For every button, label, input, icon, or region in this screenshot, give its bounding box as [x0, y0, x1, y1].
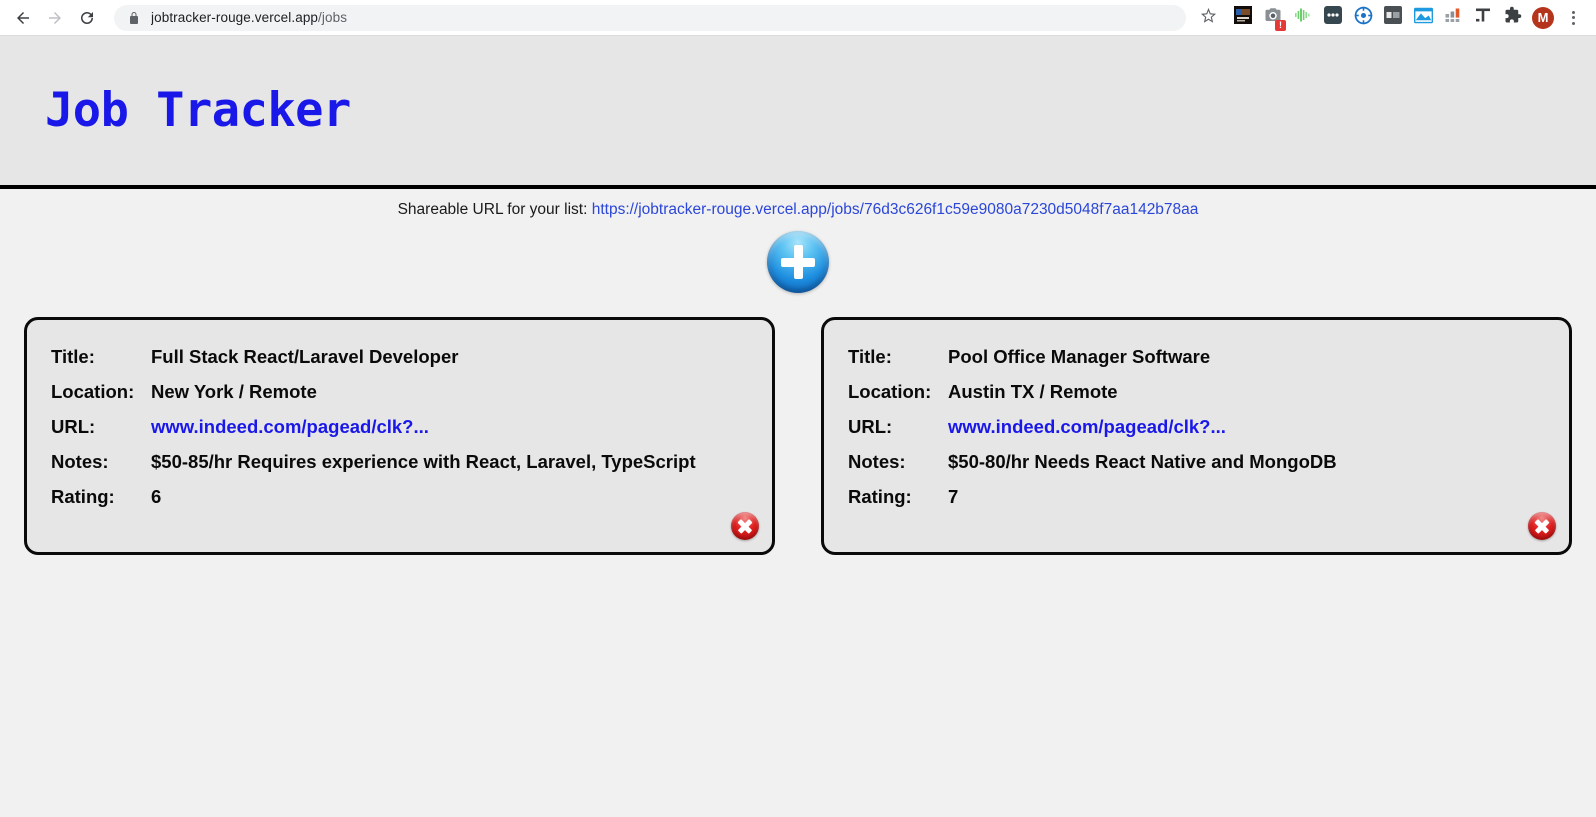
- job-notes-label: Notes:: [51, 451, 109, 472]
- page-title: Job Tracker: [45, 83, 351, 138]
- job-title-value: Pool Office Manager Software: [948, 346, 1211, 367]
- job-title-value: Full Stack React/Laravel Developer: [151, 346, 459, 367]
- url-host: jobtracker-rouge.vercel.app: [151, 10, 319, 25]
- browser-toolbar: jobtracker-rouge.vercel.app/jobs ! M: [0, 0, 1596, 36]
- job-location-value: New York / Remote: [151, 381, 317, 402]
- job-location-row: Location: Austin TX / Remote: [848, 381, 1545, 403]
- reload-icon: [78, 9, 96, 27]
- dark-thumbnail-extension-icon: [1234, 6, 1252, 29]
- job-notes-value: $50-80/hr Needs React Native and MongoDB: [948, 451, 1337, 472]
- delete-job-button[interactable]: [731, 512, 759, 540]
- forward-button[interactable]: [40, 3, 70, 33]
- extension-t-letter[interactable]: [1468, 3, 1498, 33]
- extension-grey-tag[interactable]: [1378, 3, 1408, 33]
- add-job-row: [0, 231, 1596, 293]
- job-url-link[interactable]: www.indeed.com/pagead/clk?...: [151, 416, 429, 438]
- kebab-menu-icon: [1571, 10, 1575, 25]
- job-card: Title: Full Stack React/Laravel Develope…: [24, 317, 775, 555]
- job-notes-row: Notes: $50-80/hr Needs React Native and …: [848, 451, 1545, 473]
- back-button[interactable]: [8, 3, 38, 33]
- job-title-row: Title: Full Stack React/Laravel Develope…: [51, 346, 748, 368]
- t-letter-extension-icon: [1474, 6, 1492, 29]
- delete-job-button[interactable]: [1528, 512, 1556, 540]
- extension-dots[interactable]: [1318, 3, 1348, 33]
- extension-camera[interactable]: !: [1258, 3, 1288, 33]
- chrome-menu-button[interactable]: [1558, 3, 1588, 33]
- profile-button[interactable]: M: [1528, 3, 1558, 33]
- reload-button[interactable]: [72, 3, 102, 33]
- job-location-row: Location: New York / Remote: [51, 381, 748, 403]
- bookmark-button[interactable]: [1194, 4, 1222, 32]
- extension-audio-waveform[interactable]: [1288, 3, 1318, 33]
- address-bar[interactable]: jobtracker-rouge.vercel.app/jobs: [114, 4, 1186, 31]
- job-location-value: Austin TX / Remote: [948, 381, 1118, 402]
- bar-chart-extension-icon: [1444, 6, 1462, 29]
- job-rating-value: 7: [948, 486, 959, 507]
- shareable-url-label: Shareable URL for your list:: [397, 201, 588, 218]
- job-title-row: Title: Pool Office Manager Software: [848, 346, 1545, 368]
- extension-dark-thumbnail[interactable]: [1228, 3, 1258, 33]
- job-rating-row: Rating: 7: [848, 486, 1545, 508]
- job-url-label: URL:: [51, 416, 96, 437]
- extensions-tray: ! M: [1228, 3, 1588, 33]
- shareable-url-link[interactable]: https://jobtracker-rouge.vercel.app/jobs…: [592, 201, 1199, 218]
- job-rating-label: Rating:: [51, 486, 115, 507]
- avatar: M: [1532, 6, 1554, 29]
- site-header: Job Tracker: [0, 36, 1596, 189]
- lock-icon: [128, 11, 140, 25]
- url-path: /jobs: [318, 10, 348, 25]
- grey-tag-extension-icon: [1384, 6, 1402, 29]
- job-location-label: Location:: [848, 381, 932, 402]
- back-arrow-icon: [14, 9, 32, 27]
- job-title-label: Title:: [51, 346, 95, 367]
- dots-extension-icon: [1324, 6, 1342, 29]
- extension-bar-chart[interactable]: [1438, 3, 1468, 33]
- job-location-label: Location:: [51, 381, 135, 402]
- job-title-label: Title:: [848, 346, 892, 367]
- audio-waveform-extension-icon: [1294, 6, 1312, 29]
- job-rating-value: 6: [151, 486, 162, 507]
- job-url-link[interactable]: www.indeed.com/pagead/clk?...: [948, 416, 1226, 438]
- extensions-puzzle-button[interactable]: [1498, 3, 1528, 33]
- page-body: Job Tracker Shareable URL for your list:…: [0, 36, 1596, 817]
- job-cards-container: Title: Full Stack React/Laravel Develope…: [0, 293, 1596, 555]
- extension-alert-badge: !: [1275, 19, 1286, 31]
- shareable-url-line: Shareable URL for your list: https://job…: [0, 189, 1596, 219]
- job-notes-row: Notes: $50-85/hr Requires experience wit…: [51, 451, 748, 473]
- job-notes-label: Notes:: [848, 451, 906, 472]
- extension-blue-window[interactable]: [1408, 3, 1438, 33]
- job-rating-row: Rating: 6: [51, 486, 748, 508]
- job-card: Title: Pool Office Manager Software Loca…: [821, 317, 1572, 555]
- job-url-row: URL: www.indeed.com/pagead/clk?...: [848, 416, 1545, 438]
- job-rating-label: Rating:: [848, 486, 912, 507]
- job-notes-value: $50-85/hr Requires experience with React…: [151, 451, 696, 472]
- blue-window-extension-icon: [1413, 7, 1433, 29]
- extension-blue-target[interactable]: [1348, 3, 1378, 33]
- job-url-row: URL: www.indeed.com/pagead/clk?...: [51, 416, 748, 438]
- puzzle-extensions-icon: [1504, 6, 1522, 29]
- forward-arrow-icon: [46, 9, 64, 27]
- job-url-label: URL:: [848, 416, 893, 437]
- address-bar-text: jobtracker-rouge.vercel.app/jobs: [151, 10, 347, 25]
- blue-target-extension-icon: [1354, 6, 1373, 30]
- add-job-button[interactable]: [767, 231, 829, 293]
- bookmark-star-icon: [1200, 7, 1217, 29]
